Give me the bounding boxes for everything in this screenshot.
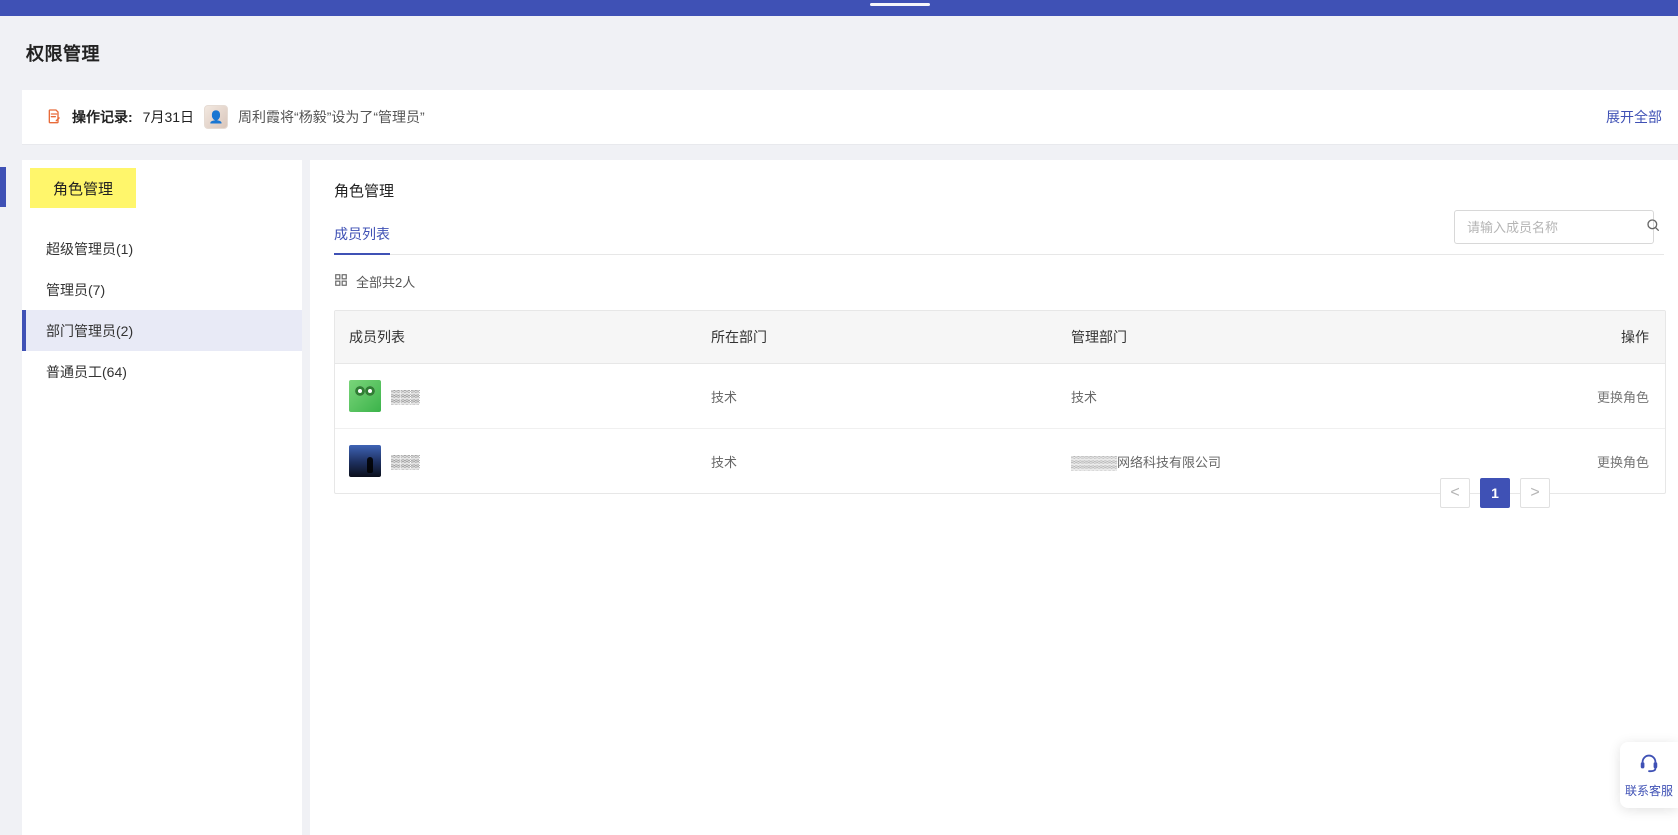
edit-note-icon: [46, 108, 62, 127]
table-row: ▒▒▒ 技术 技术 更换角色: [335, 364, 1665, 429]
member-name: ▒▒▒: [391, 388, 421, 404]
member-name: ▒▒▒: [391, 453, 421, 469]
page-title: 权限管理: [26, 44, 100, 64]
operation-log-text: 周利霞将“杨毅”设为了“管理员”: [238, 109, 425, 125]
sidebar-item-label: 部门管理员(2): [46, 322, 134, 339]
column-header-member: 成员列表: [349, 329, 405, 345]
sidebar-item-regular-staff[interactable]: 普通员工(64): [22, 351, 302, 392]
left-accent: [0, 167, 6, 207]
main-content: 角色管理 成员列表 全部共2人 成员列表 所在部门 管理部门: [310, 160, 1678, 835]
page-1-button[interactable]: 1: [1480, 478, 1510, 508]
member-count-text: 全部共2人: [356, 275, 416, 290]
column-header-actions: 操作: [1621, 329, 1649, 345]
member-dept: 技术: [711, 389, 738, 405]
sidebar-item-dept-admin[interactable]: 部门管理员(2): [22, 310, 302, 351]
next-page-button[interactable]: >: [1520, 478, 1550, 508]
table-body: ▒▒▒ 技术 技术 更换角色 ▒▒▒ 技术 ▒▒▒▒▒网络科技有限公司 更换角色: [335, 364, 1665, 493]
top-navigation-bar: [0, 0, 1678, 16]
search-input[interactable]: [1465, 218, 1645, 236]
expand-all-link[interactable]: 展开全部: [1606, 107, 1678, 127]
top-active-indicator: [870, 3, 930, 6]
column-header-managed: 管理部门: [1071, 329, 1127, 345]
operation-log-summary: 操作记录: 7月31日 👤 周利霞将“杨毅”设为了“管理员”: [22, 105, 425, 129]
role-sidebar: 角色管理 超级管理员(1) 管理员(7) 部门管理员(2) 普通员工(64): [22, 160, 302, 835]
member-managed-dept: 技术: [1071, 389, 1098, 405]
operation-log-date: 7月31日: [142, 109, 195, 125]
operation-log-bar: 操作记录: 7月31日 👤 周利霞将“杨毅”设为了“管理员” 展开全部: [22, 90, 1678, 144]
member-managed-dept: ▒▒▒▒▒网络科技有限公司: [1071, 454, 1222, 470]
grid-icon: [334, 273, 348, 290]
sidebar-item-label: 超级管理员(1): [46, 240, 134, 257]
contact-support-label: 联系客服: [1624, 784, 1673, 798]
member-search[interactable]: [1454, 210, 1659, 244]
member-dept: 技术: [711, 454, 738, 470]
sidebar-title: 角色管理: [30, 168, 136, 208]
member-table: 成员列表 所在部门 管理部门 操作 ▒▒▒ 技术 技术 更换角色 ▒▒▒ 技术: [334, 310, 1666, 494]
sidebar-item-admin[interactable]: 管理员(7): [22, 269, 302, 310]
sidebar-item-label: 管理员(7): [46, 281, 106, 298]
pagination: < 1 >: [1440, 478, 1550, 508]
avatar: [349, 380, 381, 412]
section-title: 角色管理: [334, 183, 395, 200]
operation-log-label: 操作记录:: [72, 109, 133, 125]
headset-icon: [1638, 751, 1660, 776]
change-role-button[interactable]: 更换角色: [1497, 387, 1665, 406]
column-header-dept: 所在部门: [711, 329, 767, 345]
table-header: 成员列表 所在部门 管理部门 操作: [335, 311, 1665, 364]
member-cell: ▒▒▒: [335, 445, 697, 477]
search-icon[interactable]: [1645, 217, 1661, 238]
role-list: 超级管理员(1) 管理员(7) 部门管理员(2) 普通员工(64): [22, 228, 302, 392]
tab-member-list[interactable]: 成员列表: [334, 220, 390, 255]
change-role-button[interactable]: 更换角色: [1497, 452, 1665, 471]
avatar: 👤: [204, 105, 229, 129]
member-cell: ▒▒▒: [335, 380, 697, 412]
sidebar-item-label: 普通员工(64): [46, 363, 127, 380]
member-count: 全部共2人: [334, 272, 415, 291]
sidebar-item-super-admin[interactable]: 超级管理员(1): [22, 228, 302, 269]
contact-support-widget[interactable]: 联系客服: [1620, 742, 1678, 808]
prev-page-button[interactable]: <: [1440, 478, 1470, 508]
avatar: [349, 445, 381, 477]
